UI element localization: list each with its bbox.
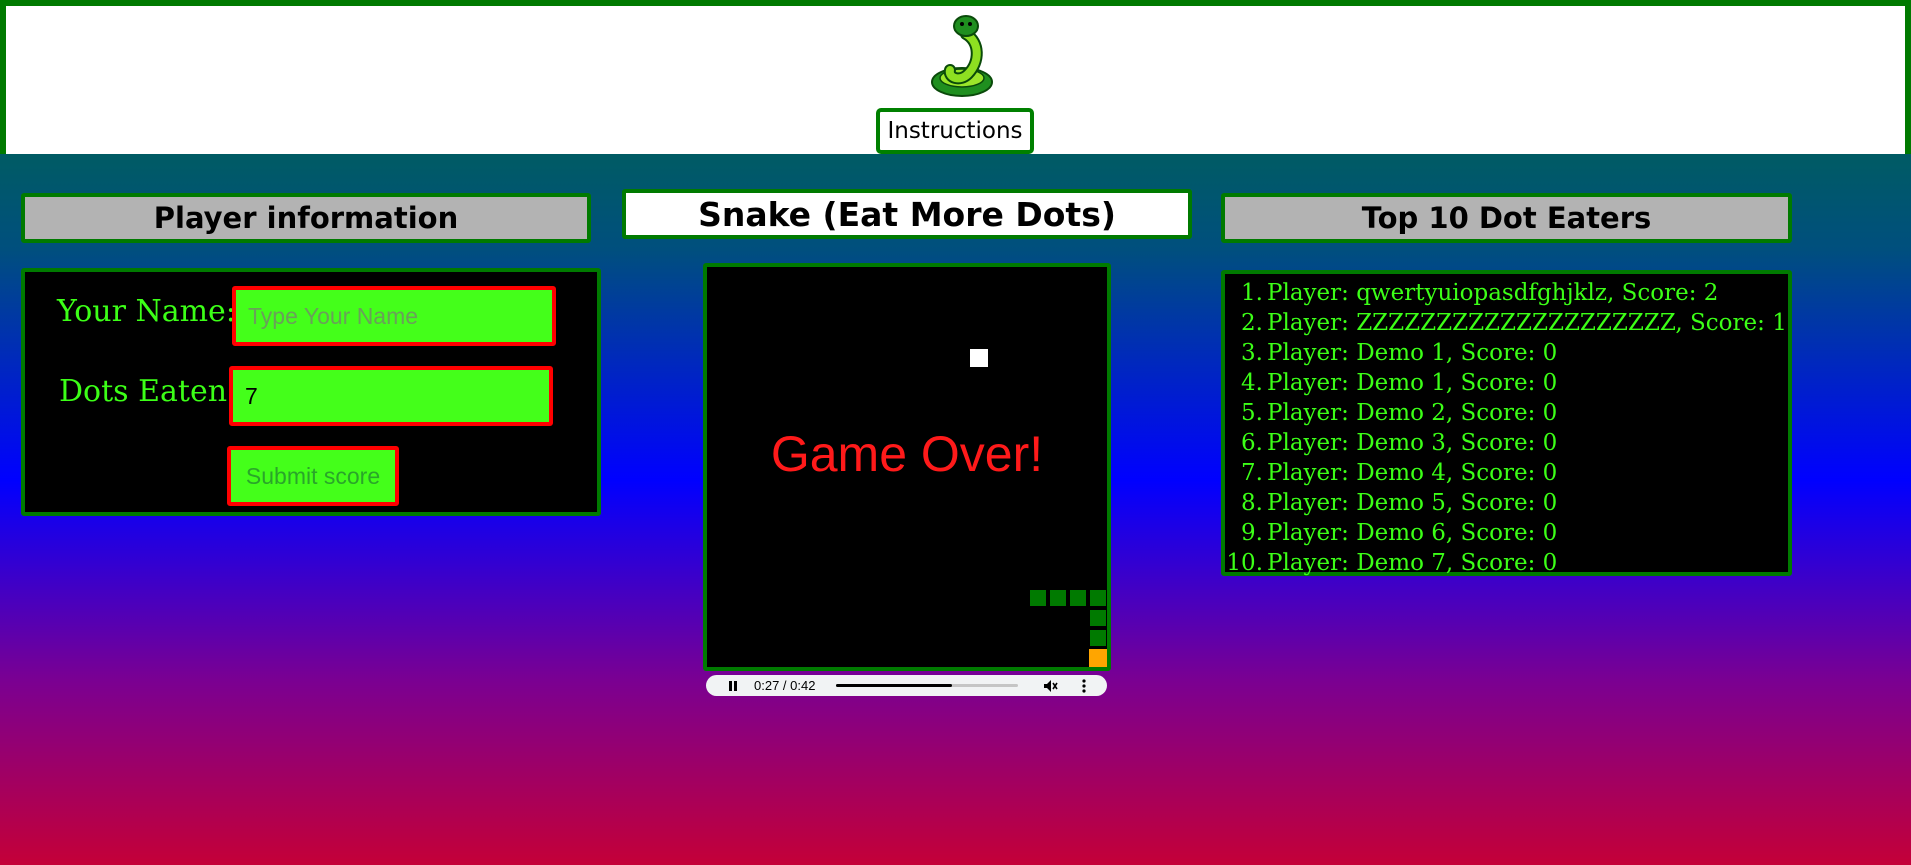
top-scores-title: Top 10 Dot Eaters xyxy=(1221,193,1792,243)
seek-progress xyxy=(836,684,953,687)
score-entry: 4. Player: Demo 1, Score: 0 xyxy=(1225,368,1787,398)
player-info-title: Player information xyxy=(21,193,591,243)
score-rank: 8. xyxy=(1241,490,1263,516)
snake-segment xyxy=(1089,629,1107,647)
instructions-button[interactable]: Instructions xyxy=(876,108,1034,154)
score-text: Player: Demo 3, Score: 0 xyxy=(1267,430,1558,456)
seek-bar[interactable] xyxy=(836,684,1018,687)
score-text: Player: qwertyuiopasdfghjklz, Score: 2 xyxy=(1267,280,1719,306)
score-text: Player: Demo 4, Score: 0 xyxy=(1267,460,1558,486)
media-controls: 0:27 / 0:42 xyxy=(706,675,1107,696)
score-entry: 9. Player: Demo 6, Score: 0 xyxy=(1225,518,1787,548)
score-rank: 10. xyxy=(1226,550,1263,576)
score-entry: 7. Player: Demo 4, Score: 0 xyxy=(1225,458,1787,488)
submit-score-button[interactable]: Submit score xyxy=(227,446,399,506)
score-rank: 7. xyxy=(1241,460,1263,486)
name-label: Your Name: xyxy=(57,294,236,329)
score-entry: 5. Player: Demo 2, Score: 0 xyxy=(1225,398,1787,428)
score-list: 1. Player: qwertyuiopasdfghjklz, Score: 2… xyxy=(1225,278,1787,578)
score-entry: 3. Player: Demo 1, Score: 0 xyxy=(1225,338,1787,368)
score-entry: 8. Player: Demo 5, Score: 0 xyxy=(1225,488,1787,518)
score-rank: 9. xyxy=(1241,520,1263,546)
player-form: Your Name: Dots Eaten: Submit score xyxy=(21,268,601,516)
game-board[interactable]: Game Over! xyxy=(703,263,1111,671)
score-entry: 10. Player: Demo 7, Score: 0 xyxy=(1225,548,1787,578)
snake-segment xyxy=(1029,589,1047,607)
game-over-text: Game Over! xyxy=(770,426,1044,482)
dots-eaten-label: Dots Eaten: xyxy=(59,374,238,409)
score-rank: 2. xyxy=(1241,310,1263,336)
score-entry: 2. Player: ZZZZZZZZZZZZZZZZZZZZ, Score: 1 xyxy=(1225,308,1787,338)
snake-segment xyxy=(1089,609,1107,627)
score-rank: 4. xyxy=(1241,370,1263,396)
score-entry: 1. Player: qwertyuiopasdfghjklz, Score: 2 xyxy=(1225,278,1787,308)
score-text: Player: Demo 7, Score: 0 xyxy=(1267,550,1558,576)
snake-segment xyxy=(1049,589,1067,607)
score-text: Player: Demo 6, Score: 0 xyxy=(1267,520,1558,546)
site-header: Instructions xyxy=(0,0,1911,154)
snake-segment xyxy=(1069,589,1087,607)
score-text: Player: Demo 5, Score: 0 xyxy=(1267,490,1558,516)
dots-eaten-field[interactable] xyxy=(229,366,553,426)
name-input[interactable] xyxy=(232,286,556,346)
pause-icon[interactable] xyxy=(727,680,739,692)
score-rank: 5. xyxy=(1241,400,1263,426)
snake-logo-icon xyxy=(931,15,993,97)
score-rank: 1. xyxy=(1241,280,1263,306)
game-title: Snake (Eat More Dots) xyxy=(622,189,1192,239)
more-options-icon[interactable] xyxy=(1081,678,1087,694)
score-text: Player: Demo 2, Score: 0 xyxy=(1267,400,1558,426)
score-entry: 6. Player: Demo 3, Score: 0 xyxy=(1225,428,1787,458)
score-rank: 3. xyxy=(1241,340,1263,366)
mute-icon[interactable] xyxy=(1042,678,1058,694)
top-scores-box: 1. Player: qwertyuiopasdfghjklz, Score: 2… xyxy=(1221,270,1792,576)
score-text: Player: Demo 1, Score: 0 xyxy=(1267,340,1558,366)
time-readout: 0:27 / 0:42 xyxy=(754,678,816,693)
snake-segment xyxy=(1089,589,1107,607)
score-rank: 6. xyxy=(1241,430,1263,456)
food-dot xyxy=(970,349,988,367)
score-text: Player: ZZZZZZZZZZZZZZZZZZZZ, Score: 1 xyxy=(1267,310,1787,336)
snake-head xyxy=(1089,649,1107,667)
score-text: Player: Demo 1, Score: 0 xyxy=(1267,370,1558,396)
